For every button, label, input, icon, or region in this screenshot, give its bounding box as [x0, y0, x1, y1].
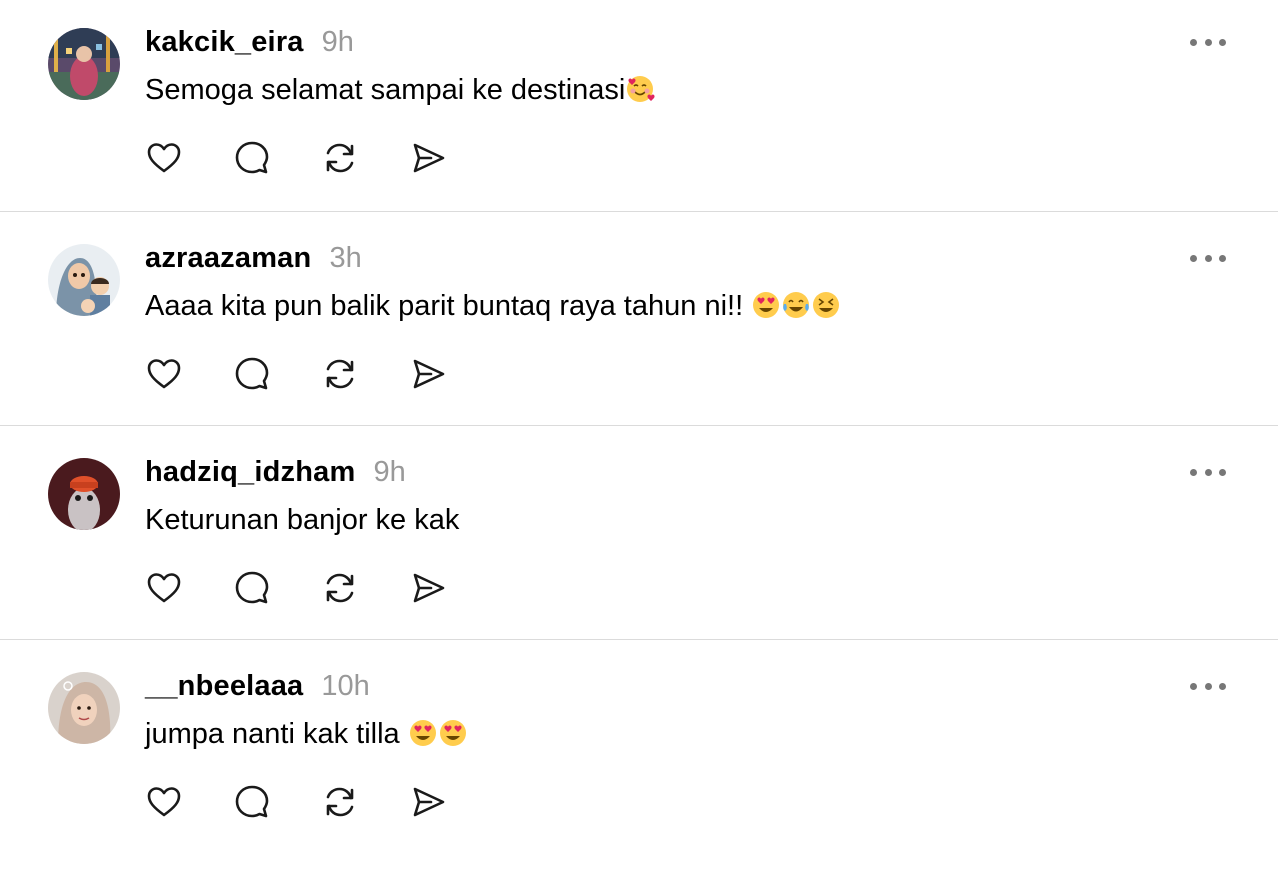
avatar[interactable]: [48, 458, 120, 530]
more-horizontal-icon[interactable]: [1190, 462, 1226, 482]
send-icon[interactable]: [409, 139, 447, 177]
comment-item: kakcik_eira 9h Semoga selamat sampai ke …: [0, 0, 1278, 211]
smiling-face-with-hearts-emoji-icon: [627, 76, 655, 102]
send-icon[interactable]: [409, 569, 447, 607]
comment-header: __nbeelaaa 10h: [145, 666, 370, 706]
repost-icon[interactable]: [321, 783, 359, 821]
comment-header: kakcik_eira 9h: [145, 22, 354, 62]
heart-icon[interactable]: [145, 139, 183, 177]
username[interactable]: hadziq_idzham: [145, 456, 355, 489]
repost-icon[interactable]: [321, 355, 359, 393]
timestamp[interactable]: 9h: [322, 26, 354, 59]
avatar[interactable]: [48, 672, 120, 744]
comment-body: jumpa nanti kak tilla: [145, 718, 408, 750]
action-bar: [145, 783, 497, 821]
action-bar: [145, 355, 497, 393]
heart-icon[interactable]: [145, 355, 183, 393]
heart-icon[interactable]: [145, 783, 183, 821]
comment-body: Aaaa kita pun balik parit buntaq raya ta…: [145, 290, 752, 322]
heart-eyes-emoji-icon: [439, 720, 466, 746]
more-horizontal-icon[interactable]: [1190, 676, 1226, 696]
avatar[interactable]: [48, 244, 120, 316]
username[interactable]: kakcik_eira: [145, 26, 304, 59]
more-horizontal-icon[interactable]: [1190, 32, 1226, 52]
comment-text: Keturunan banjor ke kak: [145, 500, 459, 540]
heart-icon[interactable]: [145, 569, 183, 607]
repost-icon[interactable]: [321, 139, 359, 177]
comment-text: jumpa nanti kak tilla: [145, 714, 468, 754]
heart-eyes-emoji-icon: [409, 720, 436, 746]
grinning-squinting-emoji-icon: [813, 292, 840, 318]
comment-icon[interactable]: [233, 139, 271, 177]
action-bar: [145, 569, 497, 607]
comment-icon[interactable]: [233, 783, 271, 821]
timestamp[interactable]: 10h: [321, 670, 369, 703]
username[interactable]: __nbeelaaa: [145, 670, 303, 703]
avatar[interactable]: [48, 28, 120, 100]
timestamp[interactable]: 3h: [329, 242, 361, 275]
username[interactable]: azraazaman: [145, 242, 311, 275]
comment-item: azraazaman 3h Aaaa kita pun balik parit …: [0, 211, 1278, 425]
more-horizontal-icon[interactable]: [1190, 248, 1226, 268]
repost-icon[interactable]: [321, 569, 359, 607]
tears-of-joy-emoji-icon: [783, 292, 810, 318]
comment-header: hadziq_idzham 9h: [145, 452, 406, 492]
comment-body: Keturunan banjor ke kak: [145, 504, 460, 536]
comment-icon[interactable]: [233, 569, 271, 607]
action-bar: [145, 139, 497, 177]
send-icon[interactable]: [409, 355, 447, 393]
comment-header: azraazaman 3h: [145, 238, 362, 278]
comment-icon[interactable]: [233, 355, 271, 393]
timestamp[interactable]: 9h: [373, 456, 405, 489]
comment-text: Semoga selamat sampai ke destinasi: [145, 70, 655, 110]
send-icon[interactable]: [409, 783, 447, 821]
comment-feed: kakcik_eira 9h Semoga selamat sampai ke …: [0, 0, 1278, 870]
comment-item: hadziq_idzham 9h Keturunan banjor ke kak: [0, 425, 1278, 639]
comment-body: Semoga selamat sampai ke destinasi: [145, 74, 626, 106]
heart-eyes-emoji-icon: [753, 292, 780, 318]
comment-item: __nbeelaaa 10h jumpa nanti kak tilla: [0, 639, 1278, 853]
comment-text: Aaaa kita pun balik parit buntaq raya ta…: [145, 286, 841, 326]
